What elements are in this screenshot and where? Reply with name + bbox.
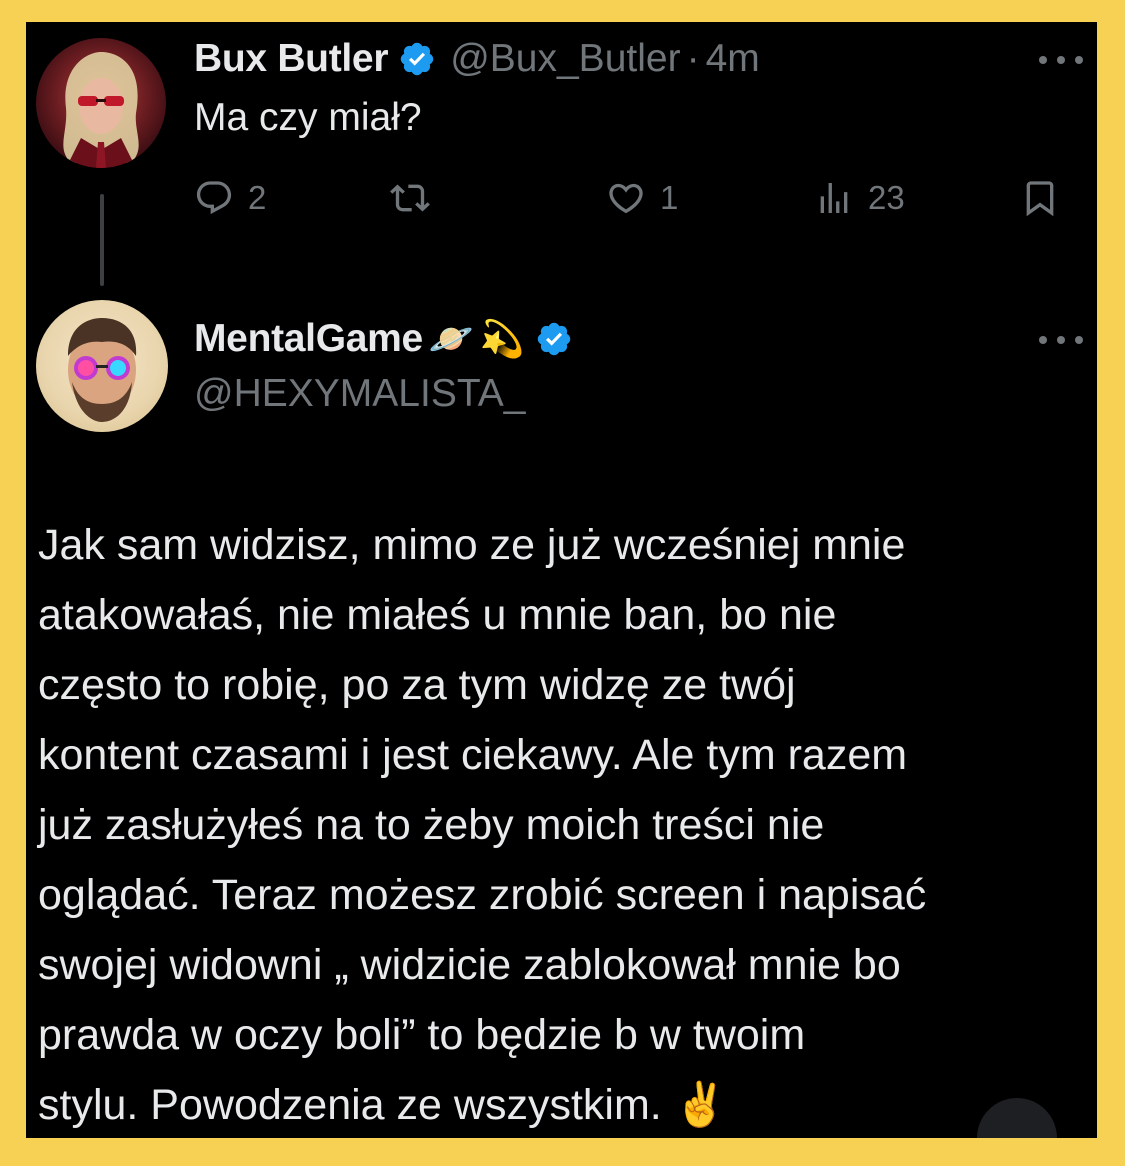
reply-button[interactable]: 2	[194, 170, 266, 226]
reply-text-line: stylu. Powodzenia ze wszystkim. ✌️	[38, 1081, 728, 1129]
bookmark-icon	[1026, 181, 1054, 217]
reply-author-name[interactable]: MentalGame	[194, 317, 423, 361]
reply-text-line: często to robię, po za tym widzę ze twój	[38, 661, 796, 709]
like-count: 1	[660, 179, 679, 216]
dizzy-emoji: 💫	[479, 319, 525, 360]
views-count: 23	[868, 179, 905, 216]
reply-text-line: oglądać. Teraz możesz zrobić screen i na…	[38, 871, 927, 919]
views-button[interactable]: 23	[814, 170, 905, 226]
reply-text-line: już zasłużyłeś na to żeby moich treści n…	[38, 801, 825, 849]
reply-text-line: prawda w oczy boli” to będzie b w twoim	[38, 1011, 806, 1059]
reply-author-handle[interactable]: @HEXYMALISTA_	[194, 372, 525, 416]
reply-bubble-icon	[196, 181, 232, 215]
tweet-card: Bux Butler @Bux_Butler · 4m Ma czy miał?…	[26, 22, 1097, 1138]
reply-text: Jak sam widzisz, mimo ze już wcześniej m…	[38, 510, 1090, 1138]
separator-dot: ·	[686, 37, 700, 80]
heart-icon	[609, 183, 643, 214]
views-bars-icon	[820, 183, 848, 213]
more-dots-icon[interactable]	[1039, 334, 1083, 346]
reply-text-line: atakowałaś, nie miałeś u mnie ban, bo ni…	[38, 591, 837, 639]
reply-header: MentalGame 🪐 💫	[194, 314, 573, 364]
author-name[interactable]: Bux Butler	[194, 37, 389, 81]
more-dots-icon[interactable]	[1039, 54, 1083, 66]
reply-text-line: swojej widowni „ widzicie zablokował mni…	[38, 941, 901, 989]
avatar-mentalgame[interactable]	[36, 300, 168, 432]
reply-text-line: Jak sam widzisz, mimo ze już wcześniej m…	[38, 521, 906, 569]
tweet-actions: 2 1 23	[194, 170, 1074, 226]
bookmark-button[interactable]	[1020, 170, 1060, 226]
planet-emoji: 🪐	[428, 319, 474, 360]
avatar-bux-butler[interactable]	[36, 38, 166, 168]
thread-connector-line	[100, 194, 104, 286]
reply-count: 2	[248, 179, 267, 216]
tweet-header: Bux Butler @Bux_Butler · 4m	[194, 36, 760, 82]
author-handle[interactable]: @Bux_Butler	[450, 37, 680, 81]
retweet-icon	[390, 184, 430, 212]
verified-badge-icon	[398, 40, 436, 78]
retweet-button[interactable]	[390, 170, 430, 226]
tweet-timestamp[interactable]: 4m	[706, 37, 760, 81]
tweet-text: Ma czy miał?	[194, 96, 422, 139]
verified-badge-icon	[535, 320, 573, 358]
like-button[interactable]: 1	[606, 170, 678, 226]
reply-text-line: kontent czasami i jest ciekawy. Ale tym …	[38, 731, 908, 779]
